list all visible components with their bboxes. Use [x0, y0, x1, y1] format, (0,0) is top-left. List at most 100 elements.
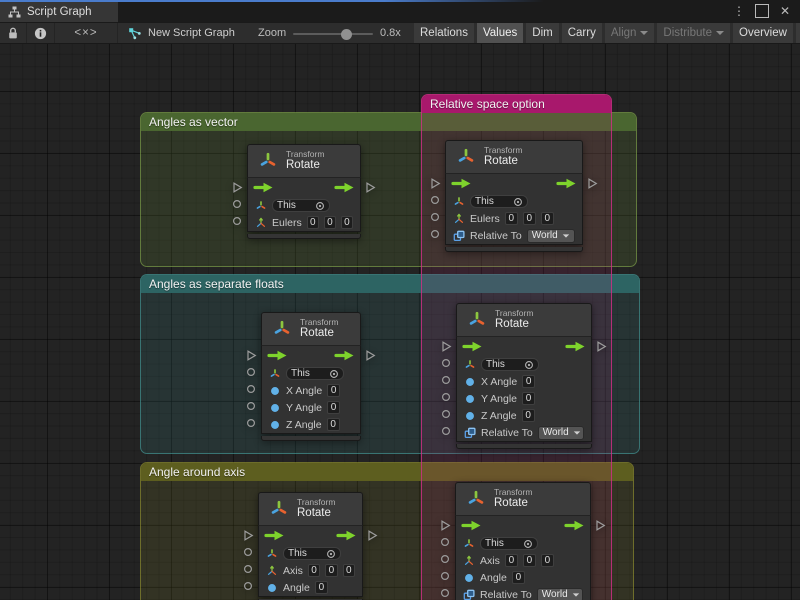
object-picker-icon[interactable] — [329, 369, 339, 379]
flow-out-arrow-icon[interactable] — [336, 530, 357, 541]
relative-to-input-port[interactable] — [440, 588, 450, 598]
x-angle-input-port[interactable] — [246, 384, 256, 394]
flow-output-port[interactable] — [365, 349, 376, 362]
flow-out-arrow-icon[interactable] — [556, 178, 577, 189]
eulers-value-input[interactable]: 0 — [324, 216, 336, 229]
relative-to-dropdown[interactable]: World — [537, 588, 583, 600]
info-button[interactable] — [27, 23, 55, 43]
flow-in-arrow-icon[interactable] — [267, 350, 288, 361]
flow-input-port[interactable] — [440, 519, 451, 532]
flow-in-arrow-icon[interactable] — [462, 341, 483, 352]
y-angle-value-input[interactable]: 0 — [327, 401, 340, 414]
lock-button[interactable] — [0, 23, 27, 43]
angle-input-port[interactable] — [243, 581, 253, 591]
this-object-field[interactable]: This — [286, 367, 344, 380]
z-angle-value-input[interactable]: 0 — [327, 418, 340, 431]
window-maximize-icon[interactable] — [755, 4, 769, 18]
this-object-field[interactable]: This — [283, 547, 341, 560]
axis-value-input[interactable]: 0 — [308, 564, 320, 577]
node-header[interactable]: TransformRotate — [261, 312, 361, 346]
flow-input-port[interactable] — [246, 349, 257, 362]
flow-output-port[interactable] — [365, 181, 376, 194]
angle-value-input[interactable]: 0 — [512, 571, 525, 584]
flow-out-arrow-icon[interactable] — [334, 182, 355, 193]
node-rotate-axis[interactable]: TransformRotate This Axis000Angle0 — [258, 492, 363, 600]
flow-out-arrow-icon[interactable] — [334, 350, 355, 361]
new-script-graph-button[interactable]: New Script Graph — [128, 23, 235, 43]
axis-value-input[interactable]: 0 — [343, 564, 355, 577]
flow-output-port[interactable] — [596, 340, 607, 353]
flow-in-arrow-icon[interactable] — [264, 530, 285, 541]
this-input-port[interactable] — [440, 537, 450, 547]
axis-value-input[interactable]: 0 — [541, 554, 554, 567]
toolbar-button-values[interactable]: Values — [477, 23, 523, 43]
eulers-value-input[interactable]: 0 — [505, 212, 518, 225]
this-input-port[interactable] — [430, 195, 440, 205]
toolbar-button-relations[interactable]: Relations — [414, 23, 474, 43]
this-object-field[interactable]: This — [480, 537, 538, 550]
z-angle-value-input[interactable]: 0 — [522, 409, 535, 422]
axis-value-input[interactable]: 0 — [325, 564, 337, 577]
axis-value-input[interactable]: 0 — [523, 554, 536, 567]
node-header[interactable]: TransformRotate — [445, 140, 583, 174]
toolbar-button-full-screen[interactable]: Full Screen — [796, 23, 800, 43]
node-rotate-euler[interactable]: TransformRotate This Eulers000 — [247, 144, 361, 239]
zoom-slider-thumb[interactable] — [341, 29, 352, 40]
node-rotate-axis-relative[interactable]: TransformRotate This Axis000Angle0 Relat… — [455, 482, 591, 600]
flow-input-port[interactable] — [441, 340, 452, 353]
graph-canvas[interactable]: Angles as vectorAngles as separate float… — [0, 44, 800, 600]
object-picker-icon[interactable] — [524, 360, 534, 370]
flow-input-port[interactable] — [243, 529, 254, 542]
z-angle-input-port[interactable] — [246, 418, 256, 428]
this-input-port[interactable] — [243, 547, 253, 557]
eulers-value-input[interactable]: 0 — [541, 212, 554, 225]
eulers-value-input[interactable]: 0 — [523, 212, 536, 225]
node-header[interactable]: TransformRotate — [455, 482, 591, 516]
eulers-input-port[interactable] — [232, 216, 242, 226]
relative-to-dropdown[interactable]: World — [538, 426, 584, 440]
tab-script-graph[interactable]: Script Graph — [0, 2, 118, 22]
x-angle-value-input[interactable]: 0 — [327, 384, 340, 397]
toolbar-button-dim[interactable]: Dim — [526, 23, 558, 43]
this-input-port[interactable] — [441, 358, 451, 368]
group-label-relative-space-option[interactable]: Relative space option — [422, 95, 611, 113]
node-header[interactable]: TransformRotate — [258, 492, 363, 526]
axis-input-port[interactable] — [440, 554, 450, 564]
angle-input-port[interactable] — [440, 571, 450, 581]
object-picker-icon[interactable] — [513, 197, 523, 207]
axis-value-input[interactable]: 0 — [505, 554, 518, 567]
node-rotate-floats-relative[interactable]: TransformRotate This X Angle0Y Angle0Z A… — [456, 303, 592, 449]
y-angle-input-port[interactable] — [246, 401, 256, 411]
y-angle-input-port[interactable] — [441, 392, 451, 402]
relative-to-input-port[interactable] — [441, 426, 451, 436]
toolbar-button-overview[interactable]: Overview — [733, 23, 793, 43]
toolbar-button-carry[interactable]: Carry — [562, 23, 602, 43]
node-rotate-floats[interactable]: TransformRotate This X Angle0Y Angle0Z A… — [261, 312, 361, 441]
eulers-value-input[interactable]: 0 — [341, 216, 353, 229]
node-rotate-euler-relative[interactable]: TransformRotate This Eulers000 Relative … — [445, 140, 583, 252]
flow-out-arrow-icon[interactable] — [565, 341, 586, 352]
eulers-input-port[interactable] — [430, 212, 440, 222]
window-close-icon[interactable]: ✕ — [778, 4, 792, 18]
flow-input-port[interactable] — [430, 177, 441, 190]
this-object-field[interactable]: This — [272, 199, 330, 212]
flow-output-port[interactable] — [367, 529, 378, 542]
node-header[interactable]: TransformRotate — [247, 144, 361, 178]
this-input-port[interactable] — [232, 199, 242, 209]
code-view-button[interactable]: <×> — [55, 23, 118, 43]
axis-input-port[interactable] — [243, 564, 253, 574]
zoom-slider[interactable] — [293, 33, 373, 35]
y-angle-value-input[interactable]: 0 — [522, 392, 535, 405]
x-angle-input-port[interactable] — [441, 375, 451, 385]
relative-to-dropdown[interactable]: World — [527, 229, 575, 243]
this-object-field[interactable]: This — [481, 358, 539, 371]
flow-in-arrow-icon[interactable] — [253, 182, 274, 193]
relative-to-input-port[interactable] — [430, 229, 440, 239]
object-picker-icon[interactable] — [315, 201, 325, 211]
flow-in-arrow-icon[interactable] — [461, 520, 482, 531]
flow-output-port[interactable] — [595, 519, 606, 532]
flow-input-port[interactable] — [232, 181, 243, 194]
object-picker-icon[interactable] — [523, 539, 533, 549]
this-input-port[interactable] — [246, 367, 256, 377]
this-object-field[interactable]: This — [470, 195, 528, 208]
